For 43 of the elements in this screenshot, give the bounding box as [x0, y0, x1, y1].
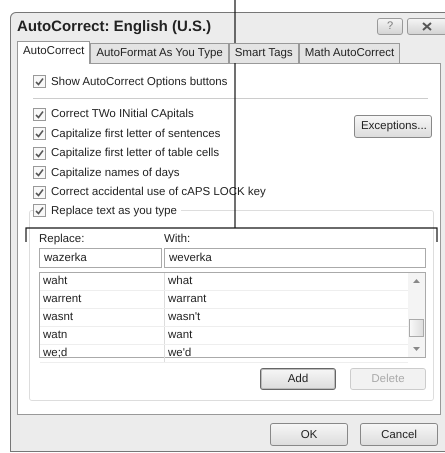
close-icon — [422, 22, 432, 30]
checkbox[interactable] — [33, 166, 46, 180]
scroll-down-icon[interactable] — [413, 347, 420, 351]
checkbox[interactable] — [33, 146, 46, 160]
scrollbar-thumb[interactable] — [409, 319, 424, 337]
checkbox-label: Capitalize first letter of table cells — [51, 147, 220, 160]
with-field[interactable]: weverka — [164, 248, 426, 268]
table-cell: waht — [40, 273, 165, 290]
table-cell: we;d — [40, 345, 165, 362]
checkbox-label: Show AutoCorrect Options buttons — [51, 76, 228, 88]
tab[interactable]: AutoCorrect — [17, 41, 90, 64]
table-cell: wasnt — [40, 309, 165, 326]
checkbox[interactable] — [33, 186, 46, 199]
checkbox-label: Replace text as you type — [51, 204, 177, 217]
table-cell-text: we'd — [167, 346, 192, 361]
close-button[interactable] — [407, 18, 445, 34]
tab[interactable]: AutoFormat As You Type — [90, 43, 229, 63]
checkbox-label: Capitalize first letter of sentences — [51, 128, 220, 140]
checkbox-label: Correct TWo INitial CApitals — [51, 108, 194, 120]
replace-field[interactable]: wazerka — [39, 248, 162, 268]
checkbox[interactable] — [33, 127, 46, 140]
field-label: With: — [164, 233, 190, 247]
table-cell-text: warrant — [167, 292, 208, 307]
cancel-button[interactable]: Cancel — [360, 423, 438, 446]
table-cell: watn — [40, 327, 165, 344]
scroll-up-icon[interactable] — [413, 279, 420, 283]
tab[interactable]: Smart Tags — [228, 43, 299, 63]
help-button[interactable]: ? — [377, 18, 403, 34]
table-cell: warrent — [40, 291, 165, 308]
checkbox-label: Capitalize names of days — [51, 166, 180, 179]
table-cell-text: want — [167, 328, 194, 343]
checkbox[interactable] — [33, 204, 46, 218]
table-cell-text: wasn't — [167, 310, 202, 325]
scrollbar[interactable] — [408, 273, 425, 357]
checkbox[interactable] — [33, 75, 46, 88]
add-button[interactable]: Add — [260, 368, 336, 390]
ok-button[interactable]: OK — [270, 423, 348, 446]
window-title: AutoCorrect: English (U.S.) — [17, 18, 212, 34]
checkbox[interactable] — [33, 108, 46, 121]
field-label: Replace: — [39, 233, 86, 247]
exceptions-button[interactable]: Exceptions... — [354, 114, 432, 138]
tab[interactable]: Math AutoCorrect — [298, 43, 400, 63]
table-cell-text: what — [167, 274, 194, 289]
